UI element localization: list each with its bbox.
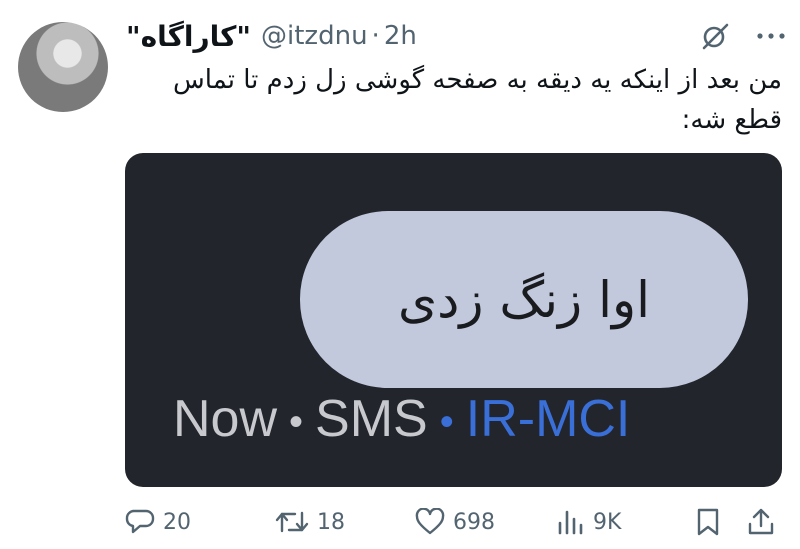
retweet-icon bbox=[275, 509, 309, 535]
like-button[interactable]: 698 bbox=[415, 508, 555, 536]
bubble-text: اوا زنگ زدی bbox=[397, 270, 651, 329]
header-actions bbox=[700, 21, 786, 51]
meta-carrier: IR-MCI bbox=[465, 390, 631, 448]
like-count: 698 bbox=[453, 509, 495, 535]
meta-separator-2: • bbox=[439, 399, 454, 444]
message-meta: Now • SMS • IR-MCI bbox=[173, 389, 630, 449]
reply-icon bbox=[125, 508, 155, 536]
more-icon[interactable] bbox=[756, 31, 786, 41]
views-count: 9K bbox=[593, 509, 622, 535]
user-handle[interactable]: @itzdnu bbox=[261, 21, 368, 51]
tweet-media[interactable]: اوا زنگ زدی Now • SMS • IR-MCI bbox=[125, 153, 782, 487]
separator-dot: · bbox=[371, 21, 380, 51]
action-bar: 20 18 698 9K bbox=[125, 502, 778, 542]
bookmark-icon bbox=[695, 507, 721, 537]
reply-button[interactable]: 20 bbox=[125, 508, 275, 536]
share-button[interactable] bbox=[747, 507, 775, 537]
bookmark-button[interactable] bbox=[695, 507, 747, 537]
meta-separator: • bbox=[289, 399, 304, 444]
grok-icon[interactable] bbox=[700, 21, 730, 51]
meta-type: SMS bbox=[315, 390, 428, 448]
display-name[interactable]: "کاراگاه" bbox=[126, 20, 251, 53]
share-icon bbox=[747, 507, 775, 537]
meta-time: Now bbox=[173, 390, 278, 448]
reply-count: 20 bbox=[163, 509, 191, 535]
timestamp[interactable]: 2h bbox=[384, 21, 417, 51]
tweet-text: من بعد از اینکه یه دیقه به صفحه گوشی زل … bbox=[173, 65, 782, 135]
views-button[interactable]: 9K bbox=[555, 508, 695, 536]
heart-icon bbox=[415, 508, 445, 536]
avatar[interactable] bbox=[18, 22, 108, 112]
message-bubble: اوا زنگ زدی bbox=[300, 211, 748, 388]
retweet-button[interactable]: 18 bbox=[275, 509, 415, 535]
views-icon bbox=[555, 508, 585, 536]
retweet-count: 18 bbox=[317, 509, 345, 535]
tweet-header: "کاراگاه" @itzdnu · 2h bbox=[126, 16, 786, 56]
